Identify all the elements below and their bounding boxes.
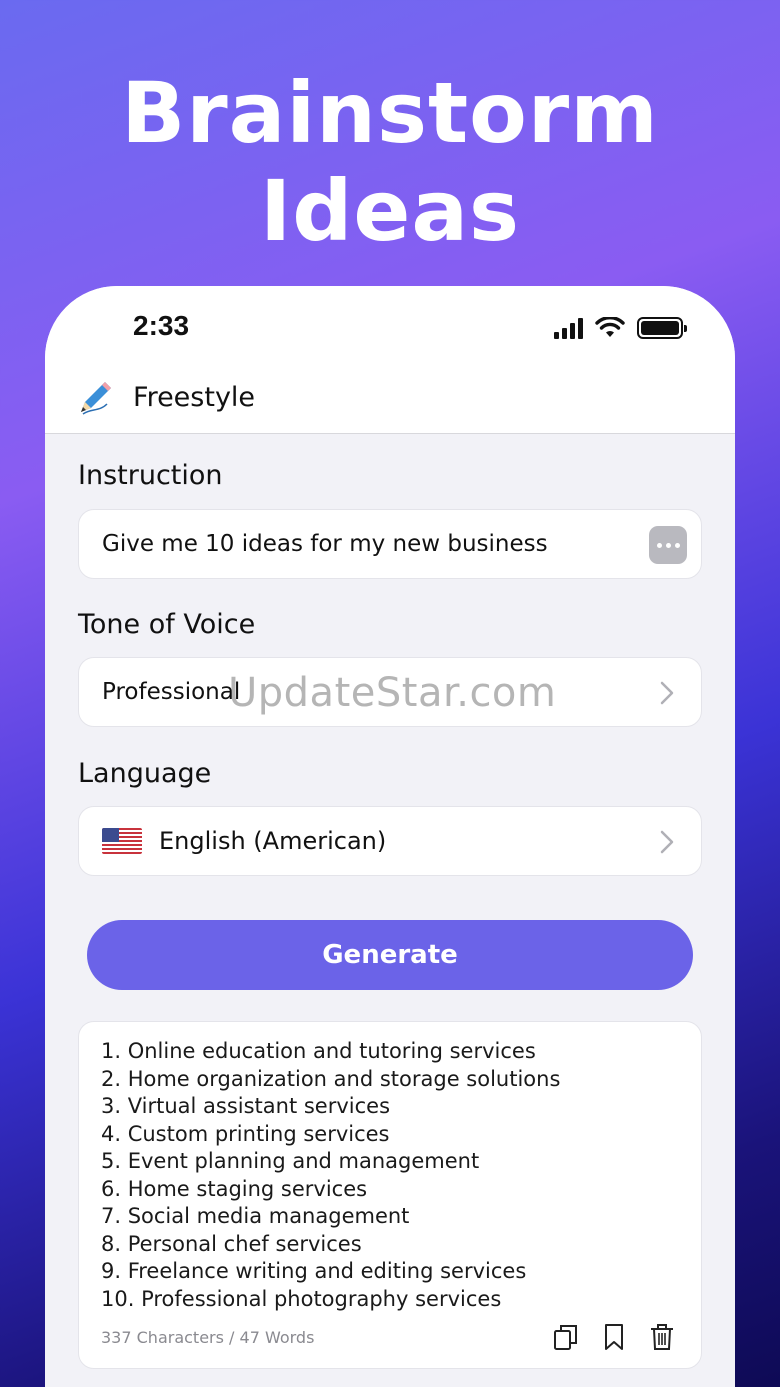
headline-line-2: Ideas bbox=[259, 162, 521, 260]
chevron-right-icon bbox=[660, 830, 674, 854]
language-value: English (American) bbox=[159, 827, 387, 855]
result-actions bbox=[553, 1322, 675, 1352]
app-title: Freestyle bbox=[133, 381, 256, 413]
result-item: 4. Custom printing services bbox=[101, 1121, 390, 1146]
character-word-count: 337 Characters / 47 Words bbox=[101, 1328, 315, 1347]
result-item: 6. Home staging services bbox=[101, 1176, 368, 1201]
promo-headline: Brainstorm Ideas bbox=[0, 64, 780, 260]
result-item: 5. Event planning and management bbox=[101, 1149, 480, 1173]
trash-icon[interactable] bbox=[649, 1322, 675, 1352]
generate-button[interactable]: Generate bbox=[87, 920, 693, 990]
result-item: 8. Personal chef services bbox=[101, 1231, 362, 1256]
us-flag-icon bbox=[102, 828, 142, 854]
watermark: UpdateStar.com bbox=[228, 670, 557, 716]
instruction-field[interactable]: Give me 10 ideas for my new business bbox=[78, 509, 702, 579]
battery-icon bbox=[637, 317, 687, 339]
result-item: 9. Freelance writing and editing service… bbox=[101, 1259, 527, 1283]
result-item: 7. Social media management bbox=[101, 1204, 410, 1228]
wifi-icon bbox=[595, 317, 625, 337]
result-item: 2. Home organization and storage solutio… bbox=[101, 1066, 561, 1091]
result-item: 1. Online education and tutoring service… bbox=[101, 1039, 536, 1063]
status-time: 2:33 bbox=[133, 310, 190, 341]
instruction-label: Instruction bbox=[78, 460, 223, 491]
tone-value: Professional bbox=[102, 679, 241, 705]
result-item: 10. Professional photography services bbox=[101, 1286, 502, 1311]
chevron-right-icon bbox=[660, 681, 674, 705]
result-card: 1. Online education and tutoring service… bbox=[78, 1021, 702, 1369]
language-label: Language bbox=[78, 758, 212, 789]
phone-screen: 2:33 Freestyle Instruction Give me 10 id… bbox=[45, 286, 735, 1387]
result-item: 3. Virtual assistant services bbox=[101, 1094, 391, 1118]
cellular-signal-icon bbox=[554, 317, 583, 339]
top-bar: 2:33 Freestyle bbox=[45, 286, 735, 434]
pencil-icon bbox=[81, 382, 111, 415]
copy-icon[interactable] bbox=[553, 1322, 579, 1352]
result-list: 1. Online education and tutoring service… bbox=[101, 1038, 560, 1313]
language-select[interactable]: English (American) bbox=[78, 806, 702, 876]
more-options-icon[interactable] bbox=[649, 526, 687, 564]
tone-label: Tone of Voice bbox=[78, 609, 256, 640]
bookmark-icon[interactable] bbox=[601, 1322, 627, 1352]
app-header: Freestyle bbox=[77, 378, 255, 416]
instruction-value: Give me 10 ideas for my new business bbox=[102, 531, 548, 557]
status-icons bbox=[554, 314, 687, 342]
headline-line-1: Brainstorm bbox=[121, 64, 659, 162]
